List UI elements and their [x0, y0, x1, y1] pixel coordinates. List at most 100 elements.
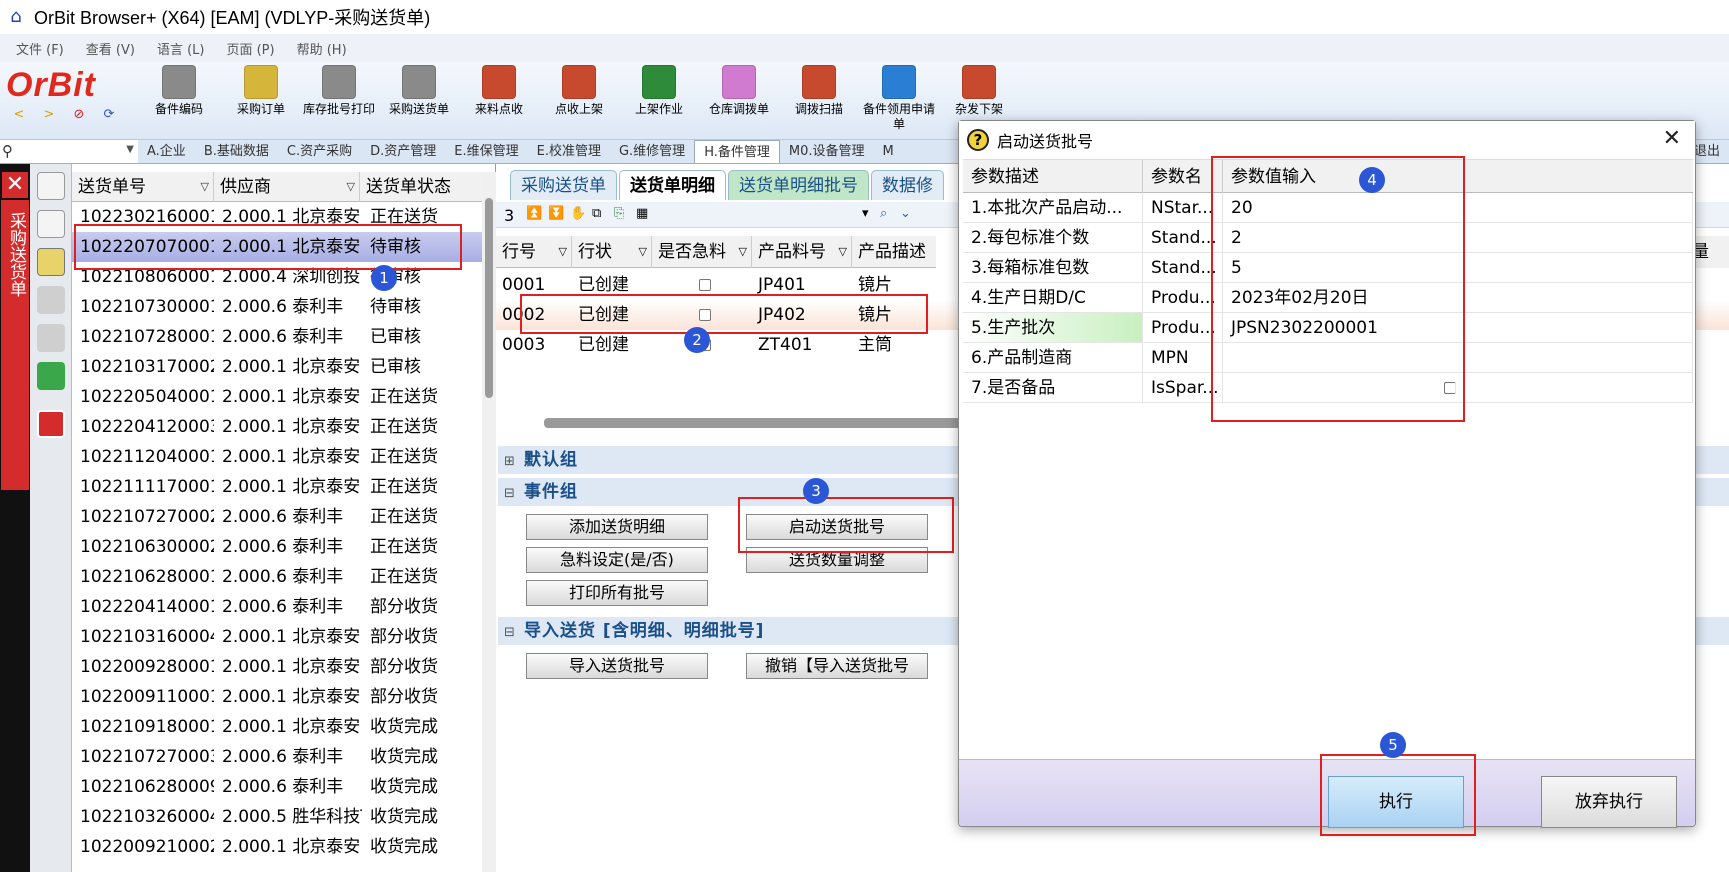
import-batch-button[interactable]: 导入送货批号 — [526, 653, 708, 679]
filter-icon[interactable]: ▽ — [559, 236, 567, 268]
urgent-checkbox[interactable] — [699, 339, 711, 351]
execute-button[interactable]: 执行 — [1328, 776, 1464, 828]
tab-calibration[interactable]: E.校准管理 — [528, 140, 610, 163]
zoom-icon[interactable]: ⌕ — [880, 206, 887, 221]
filter-icon[interactable]: ▽ — [739, 236, 747, 268]
param-value-cell[interactable]: 2023年02月20日 — [1223, 283, 1693, 312]
toolbar-btn-requisition[interactable]: 备件领用申请单 — [858, 65, 940, 132]
list-row[interactable]: 1022112040001 2.000.1 北京泰安 正在送货 — [72, 442, 482, 472]
urgent-checkbox[interactable] — [699, 279, 711, 291]
menu-language[interactable]: 语言 (L) — [157, 39, 205, 58]
tab-delivery-note[interactable]: 采购送货单 — [510, 170, 617, 200]
list-row[interactable]: 1022108060001 2.000.4 深圳创投 待审核 — [72, 262, 482, 292]
scroll-thumb[interactable] — [485, 198, 493, 398]
last-record-icon[interactable]: ⏬ — [548, 206, 564, 221]
list-row[interactable]: 1022106280001 2.000.6 泰利丰 正在送货 — [72, 562, 482, 592]
list-row[interactable]: 1022103260004 2.000.5 胜华科技T 收货完成 — [72, 802, 482, 832]
menu-page[interactable]: 页面 (P) — [226, 39, 274, 58]
col-line-no[interactable]: 行号 ▽ — [496, 236, 572, 268]
tab-equipment[interactable]: M0.设备管理 — [780, 140, 874, 163]
qty-adjust-button[interactable]: 送货数量调整 — [746, 547, 928, 573]
col-part-desc[interactable]: 产品描述 — [852, 236, 936, 268]
toolbar-btn-spare-code[interactable]: 备件编码 — [138, 65, 220, 117]
page-label[interactable]: 采购送货单 — [1, 200, 29, 490]
list-row[interactable]: 1022204120003 2.000.1 北京泰安 正在送货 — [72, 412, 482, 442]
param-value-cell[interactable] — [1223, 373, 1693, 402]
filter-icon[interactable]: ▽ — [347, 172, 355, 202]
menu-help[interactable]: 帮助 (H) — [297, 39, 347, 58]
toolbar-btn-transfer-scan[interactable]: 调拨扫描 — [778, 65, 860, 117]
param-row[interactable]: 3.每箱标准包数 Stand... 5 — [963, 253, 1693, 283]
param-row[interactable]: 7.是否备品 IsSpar... — [963, 373, 1693, 403]
list-row[interactable]: 1022009280001 2.000.1 北京泰安 部分收货 — [72, 652, 482, 682]
tab-detail-batch[interactable]: 送货单明细批号 — [728, 170, 869, 200]
toolbar-btn-receive-shelve[interactable]: 点收上架 — [538, 65, 620, 117]
filter-icon[interactable]: ▽ — [839, 236, 847, 268]
urgent-toggle-button[interactable]: 急料设定(是/否) — [526, 547, 708, 573]
toolbar-btn-purchase-order[interactable]: 采购订单 — [220, 65, 302, 117]
urgent-checkbox[interactable] — [699, 309, 711, 321]
toolbar-btn-receive-count[interactable]: 来料点收 — [458, 65, 540, 117]
tab-delivery-detail[interactable]: 送货单明细 — [619, 170, 726, 200]
add-detail-button[interactable]: 添加送货明细 — [526, 514, 708, 540]
abort-button[interactable]: 放弃执行 — [1541, 776, 1677, 828]
toolbar-btn-delivery-note[interactable]: 采购送货单 — [378, 65, 460, 117]
app-home-icon[interactable]: ⌂ — [6, 7, 26, 27]
grid-hscroll[interactable] — [544, 418, 994, 428]
stop-icon[interactable]: ⊘ — [70, 106, 88, 124]
tab-maintenance[interactable]: E.维保管理 — [445, 140, 527, 163]
tab-m[interactable]: M — [874, 140, 903, 163]
param-value-cell[interactable]: JPSN2302200001 — [1223, 313, 1693, 342]
list-row[interactable]: 1022204140001 2.000.6 泰利丰 部分收货 — [72, 592, 482, 622]
chevron-down-icon[interactable]: ▼ — [126, 144, 134, 155]
param-value-cell[interactable] — [1223, 343, 1693, 372]
menu-view[interactable]: 查看 (V) — [86, 39, 135, 58]
filter-icon[interactable]: ▽ — [639, 236, 647, 268]
col-part-no[interactable]: 产品料号 ▽ — [752, 236, 852, 268]
list-row[interactable]: 1022103170002 2.000.1 北京泰安 已审核 — [72, 352, 482, 382]
list-row[interactable]: 1022106280009 2.000.6 泰利丰 收货完成 — [72, 772, 482, 802]
list-row[interactable]: 1022111170001 2.000.1 北京泰安 正在送货 — [72, 472, 482, 502]
edit-icon[interactable] — [37, 248, 65, 276]
copy-icon[interactable] — [37, 210, 65, 238]
param-row[interactable]: 6.产品制造商 MPN — [963, 343, 1693, 373]
list-row[interactable]: 1022302160001 2.000.1 北京泰安 正在送货 — [72, 202, 482, 232]
back-icon[interactable]: < — [10, 106, 28, 124]
col-delivery-no[interactable]: 送货单号 ▽ — [72, 172, 214, 202]
columns-icon[interactable]: ▦ — [636, 206, 648, 221]
list-row[interactable]: 1022103160004 2.000.1 北京泰安 部分收货 — [72, 622, 482, 652]
list-row[interactable]: 1022207070001 2.000.1 北京泰安 待审核 — [72, 232, 482, 262]
expand-icon[interactable]: ⌄ — [900, 206, 911, 221]
list-row[interactable]: 1022107300001 2.000.6 泰利丰 待审核 — [72, 292, 482, 322]
copy-grid-icon[interactable]: ⧉ — [592, 206, 601, 221]
list-row[interactable]: 1022107270002 2.000.6 泰利丰 正在送货 — [72, 502, 482, 532]
toolbar-btn-shelving[interactable]: 上架作业 — [618, 65, 700, 117]
menu-file[interactable]: 文件 (F) — [16, 39, 64, 58]
col-status[interactable]: 送货单状态 — [360, 172, 482, 202]
forward-icon[interactable]: > — [40, 106, 58, 124]
refresh-icon[interactable]: ⟳ — [100, 106, 118, 124]
param-row[interactable]: 4.生产日期D/C Produ... 2023年02月20日 — [963, 283, 1693, 313]
col-supplier[interactable]: 供应商 ▽ — [214, 172, 360, 202]
start-batch-button[interactable]: 启动送货批号 — [746, 514, 928, 540]
tab-enterprise[interactable]: A.企业 — [138, 140, 195, 163]
list-row[interactable]: 1022106300002 2.000.6 泰利丰 正在送货 — [72, 532, 482, 562]
toolbar-btn-transfer-order[interactable]: 仓库调拨单 — [698, 65, 780, 117]
param-value-cell[interactable]: 20 — [1223, 193, 1693, 222]
filter-icon[interactable]: ▽ — [201, 172, 209, 202]
tab-spare-parts[interactable]: H.备件管理 — [694, 140, 780, 163]
list-row[interactable]: 1022107280001 2.000.6 泰利丰 已审核 — [72, 322, 482, 352]
tab-asset-manage[interactable]: D.资产管理 — [361, 140, 445, 163]
param-row[interactable]: 1.本批次产品启动... NStar... 20 — [963, 193, 1693, 223]
param-row[interactable]: 2.每包标准个数 Stand... 2 — [963, 223, 1693, 253]
dialog-close-icon[interactable]: ✕ — [1663, 126, 1681, 151]
is-spare-checkbox[interactable] — [1444, 382, 1456, 394]
tab-base-data[interactable]: B.基础数据 — [195, 140, 278, 163]
export-icon[interactable]: ⎘ — [614, 206, 624, 221]
tab-asset-purchase[interactable]: C.资产采购 — [278, 140, 361, 163]
module-search[interactable]: ⚲ ▼ — [0, 140, 138, 164]
toolbar-btn-batch-print[interactable]: 库存批号打印 — [298, 65, 380, 117]
tab-repair[interactable]: G.维修管理 — [610, 140, 694, 163]
list-row[interactable]: 1022205040001 2.000.1 北京泰安 正在送货 — [72, 382, 482, 412]
list-row[interactable]: 1022109180001 2.000.1 北京泰安 收货完成 — [72, 712, 482, 742]
